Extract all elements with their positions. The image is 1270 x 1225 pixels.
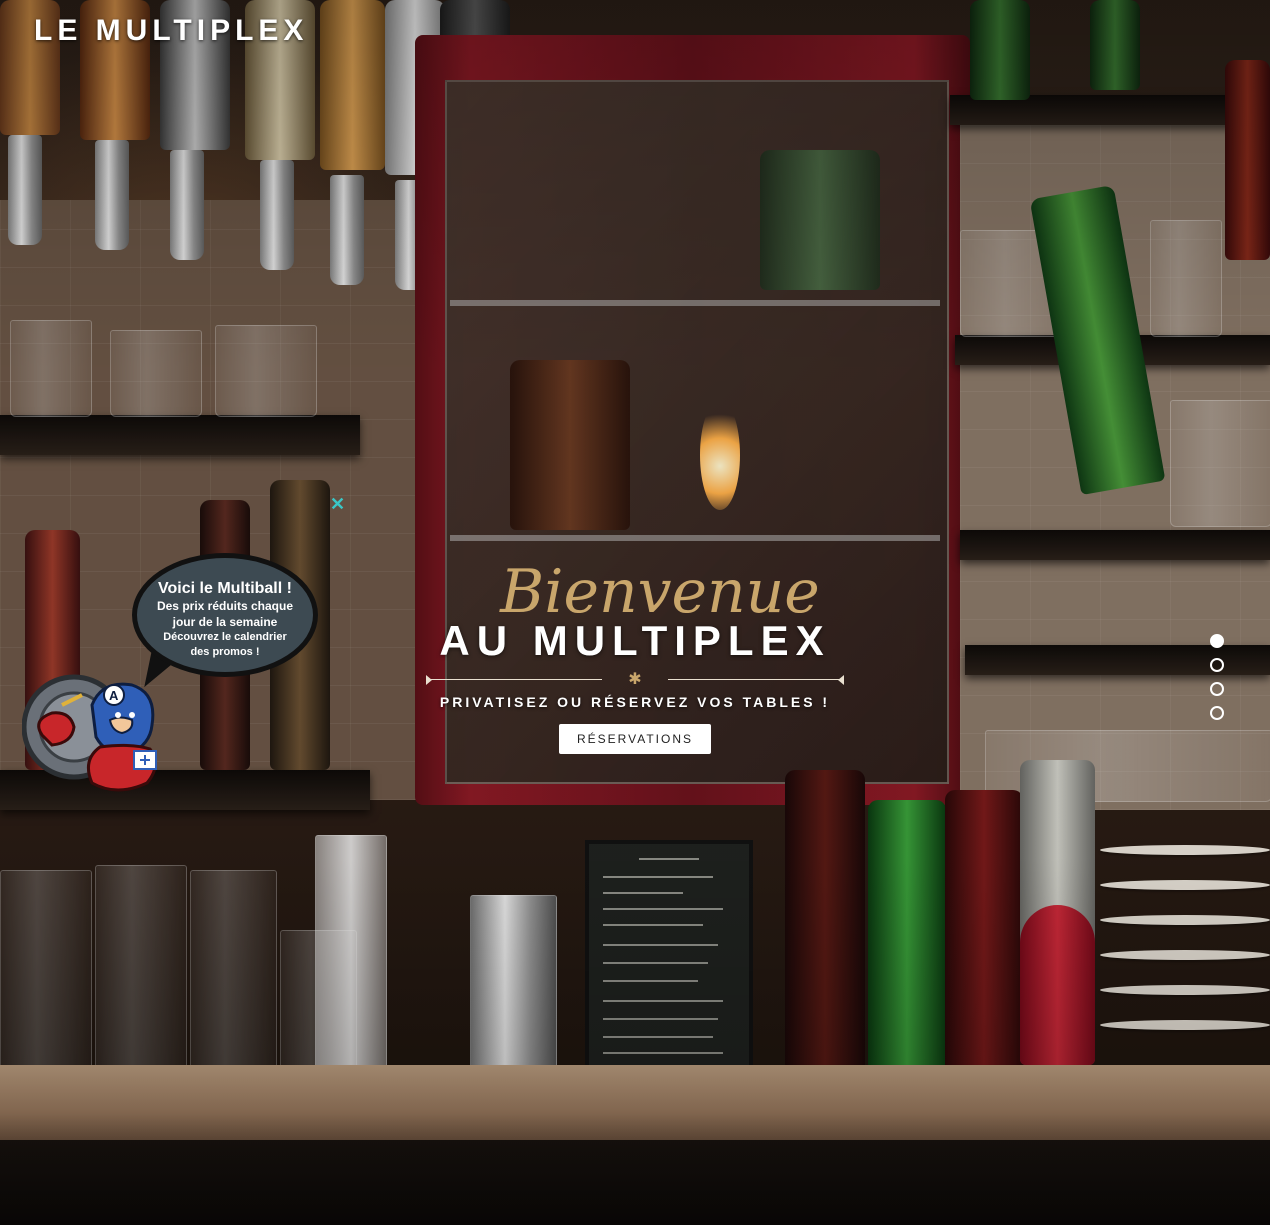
promo-speech-bubble[interactable]: Voici le Multiball ! Des prix réduits ch…	[132, 553, 318, 677]
superhero-mascot-icon[interactable]: A	[22, 665, 182, 805]
slider-dot-2[interactable]	[1210, 658, 1224, 672]
slider-dot-4[interactable]	[1210, 706, 1224, 720]
slider-pagination	[1210, 634, 1224, 730]
divider-tip-right	[838, 675, 844, 685]
promo-line: jour de la semaine	[172, 615, 278, 629]
divider-line-right	[668, 679, 840, 680]
star-icon: ✱	[628, 671, 642, 688]
promo-line: Des prix réduits chaque	[156, 599, 294, 613]
close-icon[interactable]: ✕	[330, 494, 345, 514]
slider-dot-3[interactable]	[1210, 682, 1224, 696]
ornament-divider: ✱	[420, 670, 850, 690]
reservations-button[interactable]: RÉSERVATIONS	[558, 724, 712, 754]
site-logo[interactable]: LE MULTIPLEX	[34, 14, 308, 48]
welcome-script-title: Bienvenue	[500, 557, 820, 627]
welcome-title: AU MULTIPLEX	[439, 617, 831, 664]
promo-line: Découvrez le calendrier	[163, 631, 287, 643]
svg-text:A: A	[109, 688, 119, 703]
tagline: PRIVATISEZ OU RÉSERVEZ VOS TABLES !	[439, 694, 831, 710]
welcome-block: Bienvenue AU MULTIPLEX ✱ PRIVATISEZ OU R…	[420, 560, 850, 754]
promo-line: des promos !	[190, 646, 260, 658]
promo-title: Voici le Multiball !	[158, 580, 292, 597]
slider-dot-1[interactable]	[1210, 634, 1224, 648]
